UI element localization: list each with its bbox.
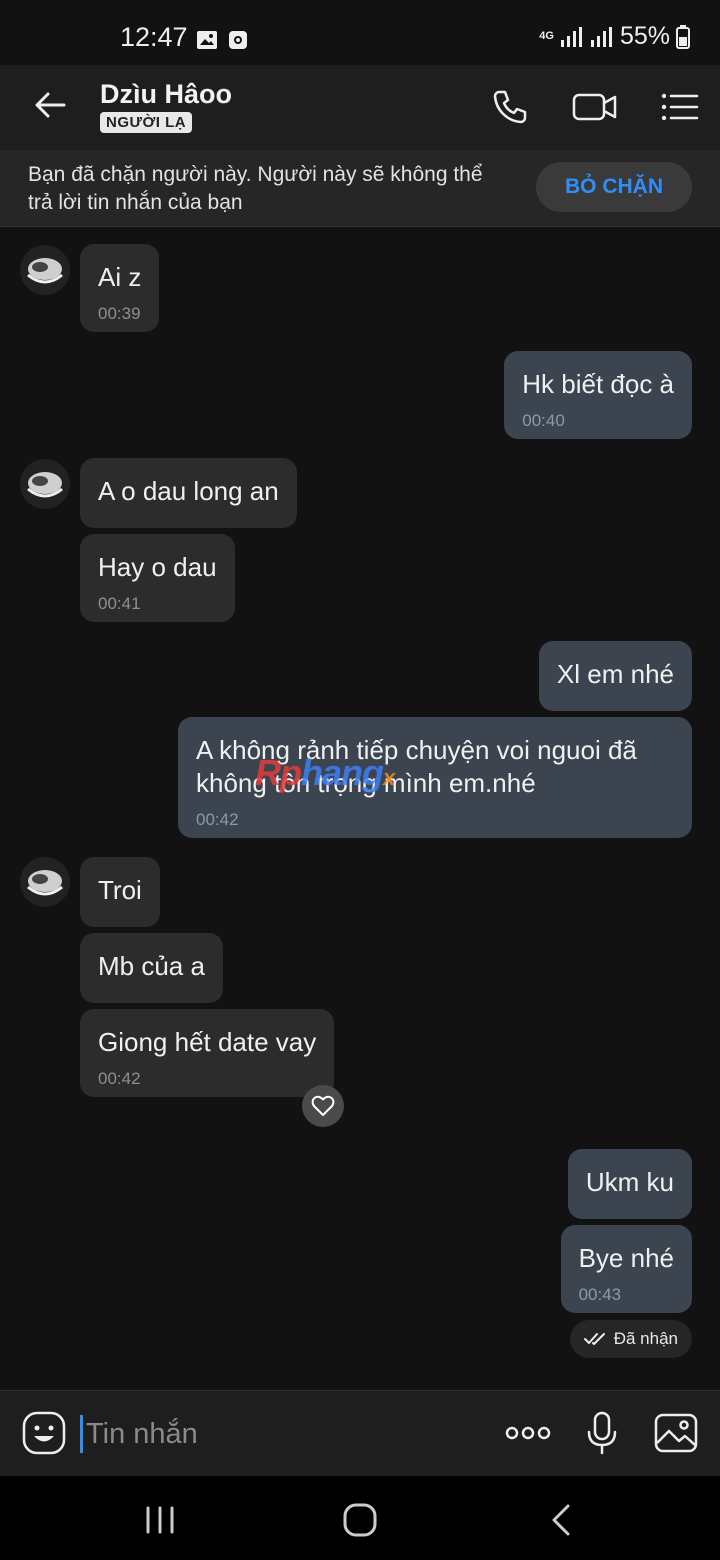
incoming-message[interactable]: Troi bbox=[80, 857, 160, 927]
message-text: Troi bbox=[98, 875, 142, 905]
outgoing-message[interactable]: Ukm ku bbox=[567, 1149, 692, 1219]
back-nav-icon[interactable] bbox=[542, 1500, 582, 1540]
image-notification-icon bbox=[197, 31, 217, 49]
chat-header: Dzìu Hâoo NGƯỜI LẠ bbox=[0, 65, 720, 150]
message-text: Giong hết date vay bbox=[98, 1027, 317, 1057]
status-notification-icons bbox=[196, 30, 248, 50]
contact-name[interactable]: Dzìu Hâoo bbox=[100, 79, 232, 110]
home-icon[interactable] bbox=[340, 1500, 380, 1540]
message-time: 00:39 bbox=[98, 304, 141, 323]
contact-avatar[interactable] bbox=[20, 857, 70, 907]
microphone-icon[interactable] bbox=[580, 1411, 624, 1455]
reaction-heart-button[interactable] bbox=[302, 1085, 344, 1127]
battery-percent: 55% bbox=[619, 22, 670, 50]
list-menu-icon[interactable] bbox=[660, 87, 700, 127]
double-check-icon bbox=[583, 1333, 605, 1345]
battery-icon bbox=[676, 24, 690, 49]
more-dots-icon[interactable] bbox=[504, 1411, 552, 1455]
status-bar: 12:47 4G 55% bbox=[0, 0, 720, 70]
message-text: Bye nhé bbox=[578, 1243, 674, 1273]
status-system-icons: 4G 55% bbox=[539, 22, 690, 51]
incoming-message[interactable]: Ai z 00:39 bbox=[80, 244, 160, 332]
message-text: Xl em nhé bbox=[556, 659, 674, 689]
message-text: Ukm ku bbox=[585, 1167, 674, 1197]
message-time: 00:42 bbox=[98, 1069, 141, 1088]
blocked-notice: Bạn đã chặn người này. Người này sẽ khôn… bbox=[28, 163, 483, 214]
text-caret bbox=[80, 1415, 83, 1453]
system-nav-bar bbox=[0, 1476, 720, 1560]
message-text: A không rảnh tiếp chuyện voi nguoi đã kh… bbox=[196, 735, 637, 798]
message-composer bbox=[0, 1390, 720, 1477]
network-type: 4G bbox=[539, 30, 554, 42]
video-call-icon[interactable] bbox=[572, 87, 618, 127]
contact-avatar[interactable] bbox=[20, 245, 70, 295]
incoming-message[interactable]: A o dau long an bbox=[80, 458, 297, 528]
delivery-status-label: Đã nhận bbox=[613, 1329, 678, 1348]
unblock-button[interactable]: BỎ CHẶN bbox=[536, 162, 692, 212]
signal-icon-2 bbox=[590, 26, 612, 47]
outgoing-message[interactable]: Hk biết đọc à 00:40 bbox=[504, 351, 692, 439]
message-text: Ai z bbox=[98, 262, 142, 292]
phone-icon[interactable] bbox=[490, 87, 530, 127]
outgoing-message[interactable]: Bye nhé 00:43 bbox=[560, 1225, 692, 1313]
message-time: 00:43 bbox=[578, 1285, 622, 1304]
blocked-banner: Bạn đã chặn người này. Người này sẽ khôn… bbox=[0, 150, 720, 227]
stranger-badge: NGƯỜI LẠ bbox=[100, 112, 193, 133]
outgoing-message[interactable]: A không rảnh tiếp chuyện voi nguoi đã kh… bbox=[178, 717, 692, 838]
message-input[interactable] bbox=[86, 1413, 466, 1455]
message-text: Hay o dau bbox=[98, 552, 217, 582]
signal-icon bbox=[560, 26, 582, 47]
message-time: 00:40 bbox=[522, 411, 565, 430]
heart-icon bbox=[311, 1095, 335, 1116]
message-text: Mb của a bbox=[98, 951, 205, 981]
emoji-icon[interactable] bbox=[22, 1411, 66, 1455]
app-notification-icon bbox=[229, 31, 247, 49]
message-time: 00:42 bbox=[196, 810, 239, 829]
back-arrow-icon[interactable] bbox=[30, 85, 70, 125]
message-text: Hk biết đọc à bbox=[522, 369, 674, 399]
message-time: 00:41 bbox=[98, 594, 141, 613]
recent-apps-icon[interactable] bbox=[140, 1500, 180, 1540]
contact-avatar[interactable] bbox=[20, 459, 70, 509]
message-text: A o dau long an bbox=[98, 476, 279, 506]
status-time: 12:47 bbox=[120, 22, 188, 52]
delivery-status: Đã nhận bbox=[569, 1320, 692, 1358]
incoming-message[interactable]: Hay o dau 00:41 bbox=[80, 534, 235, 622]
outgoing-message[interactable]: Xl em nhé bbox=[538, 641, 692, 711]
incoming-message[interactable]: Mb của a bbox=[80, 933, 223, 1003]
incoming-message[interactable]: Giong hết date vay 00:42 bbox=[80, 1009, 335, 1097]
image-gallery-icon[interactable] bbox=[654, 1411, 698, 1455]
